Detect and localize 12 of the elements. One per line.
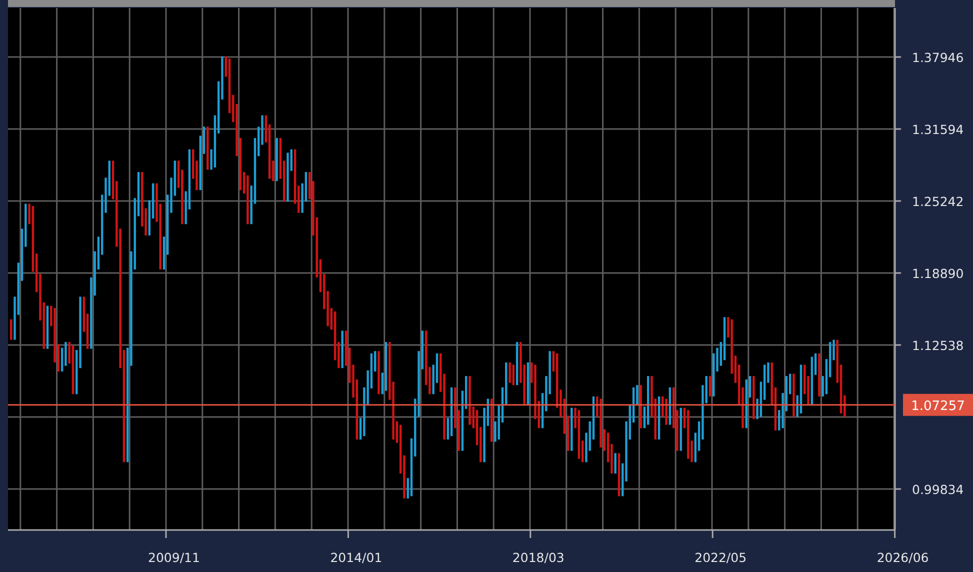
price-tag: 1.07257: [903, 394, 973, 416]
y-axis-label: 1.25242: [912, 194, 964, 209]
y-axis-label: 1.31594: [912, 122, 964, 137]
x-axis-label: 2026/06: [876, 550, 929, 565]
x-axis-label: 2022/05: [694, 550, 747, 565]
y-axis-label: 1.12538: [912, 338, 964, 353]
x-axis-label: 2009/11: [148, 550, 200, 565]
y-axis-label: 1.18890: [912, 266, 964, 281]
y-axis-label: 1.37946: [912, 50, 964, 65]
x-axis-label: 2018/03: [512, 550, 564, 565]
y-axis-label: 0.99834: [912, 482, 964, 497]
x-axis-label: 2014/01: [330, 550, 382, 565]
